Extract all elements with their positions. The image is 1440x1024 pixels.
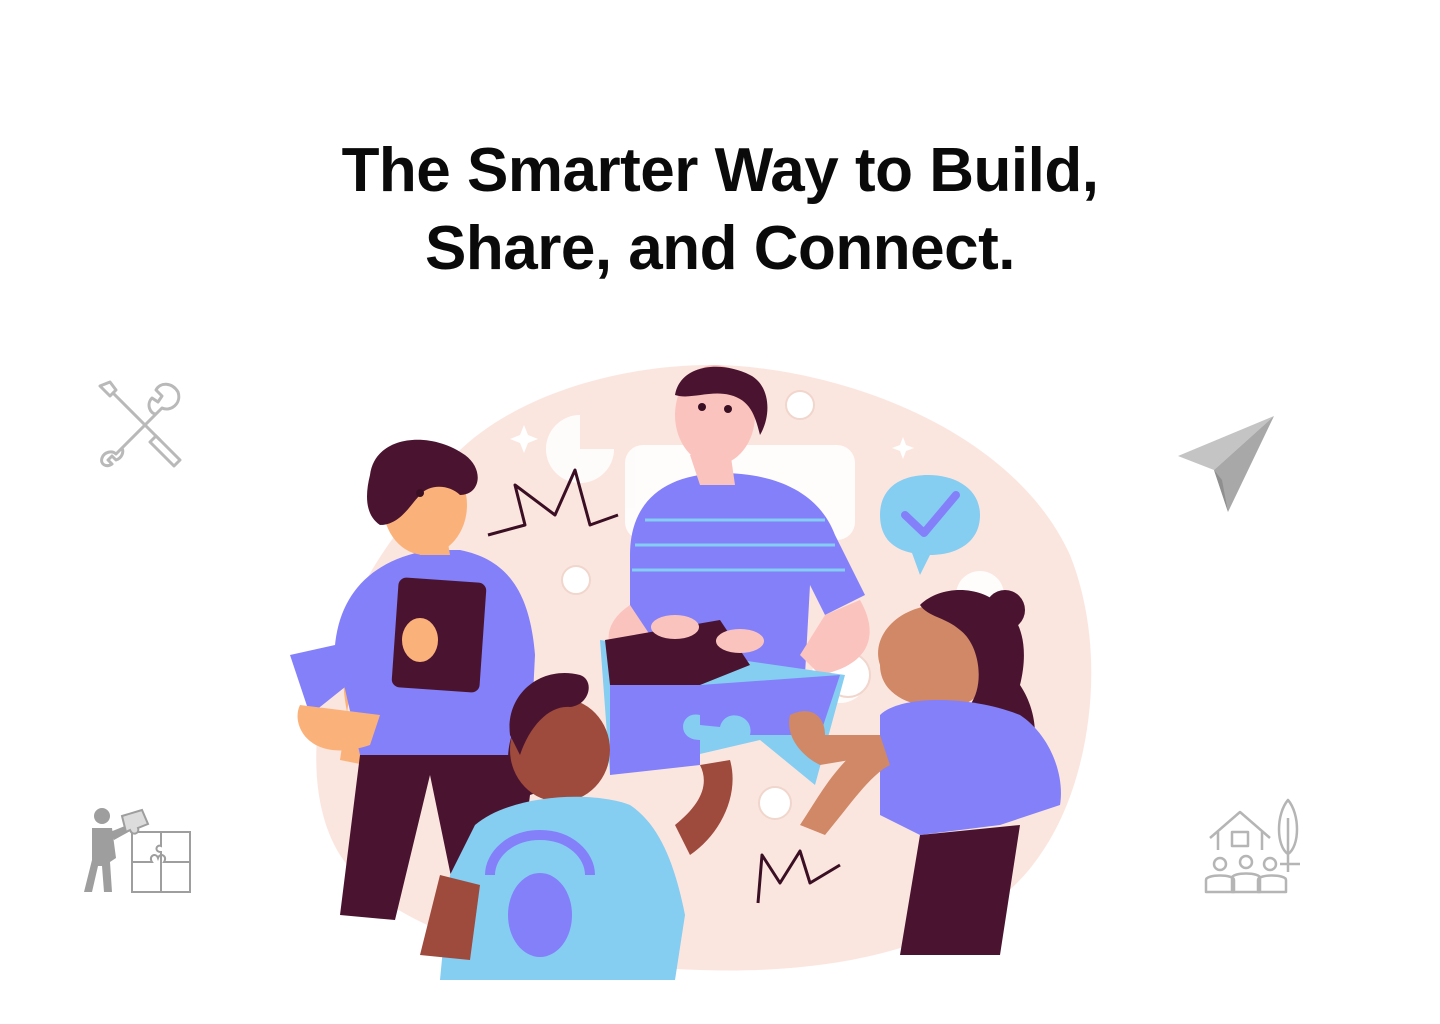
tools-icon <box>98 380 182 468</box>
team-puzzle-illustration <box>290 364 1092 980</box>
page-title-line-2: Share, and Connect. <box>425 214 1015 283</box>
community-house-icon <box>1204 798 1300 894</box>
paper-plane-icon <box>1178 416 1274 512</box>
page-title: The Smarter Way to Build, Share, and Con… <box>0 132 1440 288</box>
page-title-line-1: The Smarter Way to Build, <box>341 136 1099 205</box>
puzzle-worker-icon <box>84 808 191 893</box>
